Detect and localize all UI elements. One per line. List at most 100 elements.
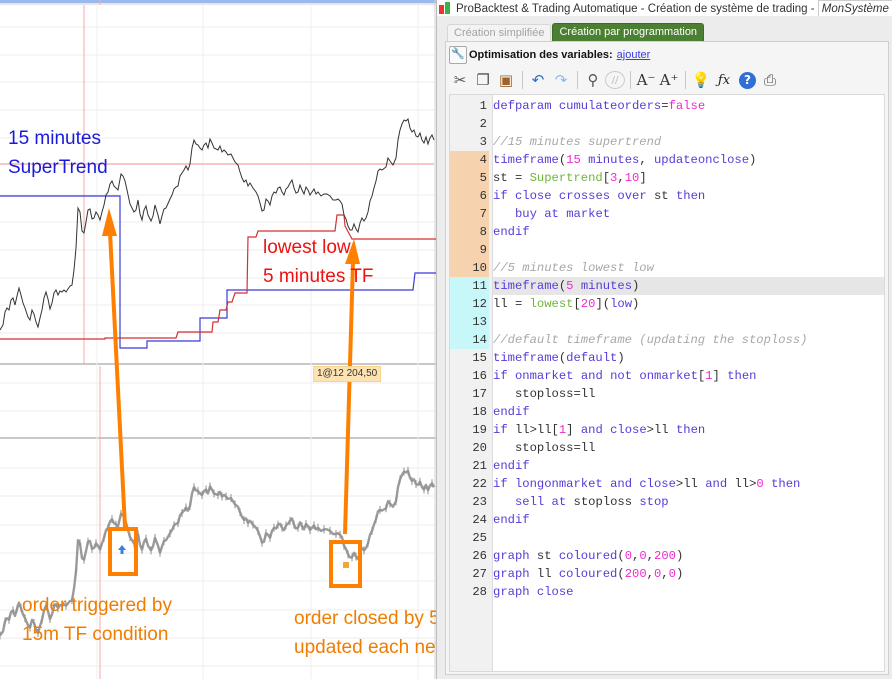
paste-icon[interactable]: ▣ [495,69,517,91]
code-line[interactable]: 26 graph st coloured(0,0,200) [450,547,884,565]
code-text: if close crosses over st then [493,187,705,205]
code-token: ) [675,567,684,581]
code-token: if [493,423,508,437]
code-line[interactable]: 5st = Supertrend[3,10] [450,169,884,187]
line-number: 10 [450,259,489,277]
code-text: timeframe(15 minutes, updateonclose) [493,151,756,169]
code-line[interactable]: 21 endif [450,457,884,475]
line-number: 26 [472,549,487,563]
code-line[interactable]: 3 //15 minutes supertrend [450,133,884,151]
code-line[interactable]: 18 endif [450,403,884,421]
editor-toolbar: ✂ ❐ ▣ ↶ ↷ ⚲// A⁻ A⁺ 💡 ƒx? ⎙ [449,68,782,92]
code-line[interactable]: 10 //5 minutes lowest low [450,259,884,277]
chart-canvas[interactable] [0,0,436,679]
code-line[interactable]: 1 defparam cumulateorders=false [450,97,884,115]
code-line[interactable]: 28 graph close [450,583,884,601]
chart-top-border [0,0,436,3]
lowest-low-annotation-line1: lowest low [263,237,351,258]
chart-top-strip [0,3,436,5]
code-line[interactable]: 22 if longonmarket and close>ll and ll>0 … [450,475,884,493]
code-token: ) [632,297,640,311]
code-token: endif [493,459,530,473]
comment-icon[interactable]: // [605,71,625,89]
order-triggered-line2: 15m TF condition [22,624,169,645]
code-line[interactable]: 23 sell at stoploss stop [450,493,884,511]
code-token: endif [493,225,530,239]
order-triggered-line1: order triggered by [22,595,172,616]
tab-creation-par-programmation[interactable]: Création par programmation [552,23,705,42]
code-text: //15 minutes supertrend [493,133,661,151]
code-token: 15 [566,153,581,167]
code-line[interactable]: 13 [450,313,884,331]
code-line[interactable]: 14 //default timeframe (updating the stop… [450,331,884,349]
code-token: over [617,189,647,203]
redo-icon[interactable]: ↷ [550,69,572,91]
exit-arrow-shaft [343,261,355,535]
cut-icon[interactable]: ✂ [449,69,471,91]
system-name-field[interactable]: MonSystème [817,0,892,16]
lightbulb-icon[interactable]: 💡 [690,69,712,91]
wrench-icon[interactable]: 🔧 [449,46,467,65]
code-token: 0 [756,477,764,491]
variable-optimisation-bar: 🔧 Optimisation des variables: ajouter [449,45,650,65]
lowest-low-annotation-line2: 5 minutes TF [263,266,374,287]
help-icon[interactable]: ? [739,71,756,89]
line-number: 2 [479,117,487,131]
line-number: 15 [472,351,487,365]
function-icon[interactable]: ƒx [713,69,735,91]
print-icon[interactable]: ⎙ [759,69,781,91]
code-token: , [646,549,654,563]
line-number: 21 [472,459,487,473]
line-number: 20 [472,441,487,455]
line-number: 7 [450,205,489,223]
code-line[interactable]: 25 [450,529,884,547]
code-token: ] [639,171,647,185]
code-text: if onmarket and not onmarket[1] then [493,367,756,385]
code-line[interactable]: 24 endif [450,511,884,529]
code-line[interactable]: 27 graph ll coloured(200,0,0) [450,565,884,583]
line-number: 17 [472,387,487,401]
decrease-font-icon[interactable]: A⁻ [635,69,657,91]
code-token: default [566,351,618,365]
code-line[interactable]: 4 timeframe(15 minutes, updateonclose) [450,151,884,169]
code-token: , [617,171,625,185]
code-line[interactable]: 20 stoploss=ll [450,439,884,457]
code-line[interactable]: 8 endif [450,223,884,241]
line-number: 4 [450,151,489,169]
code-line[interactable]: 16 if onmarket and not onmarket[1] then [450,367,884,385]
tab-creation-simplifiee[interactable]: Création simplifiée [447,24,552,42]
line-number: 14 [450,331,489,349]
supertrend-annotation: 15 minutes SuperTrend [8,124,108,182]
position-price-tag: 1@12 204,50 [313,366,382,382]
code-token: ) [617,351,625,365]
code-line[interactable]: 17 stoploss=ll [450,385,884,403]
code-text: //default timeframe (updating the stoplo… [493,331,808,349]
code-editor[interactable]: 1 defparam cumulateorders=false 2 3 //15 mi… [449,94,885,672]
copy-icon[interactable]: ❐ [472,69,494,91]
code-token: 0 [624,549,633,563]
code-token: and [705,477,728,491]
undo-icon[interactable]: ↶ [527,69,549,91]
code-line[interactable]: 15 timeframe(default) [450,349,884,367]
search-icon[interactable]: ⚲ [582,69,604,91]
code-text: stoploss=ll [493,439,595,457]
code-line[interactable]: 19 if ll>ll[1] and close>ll then [450,421,884,439]
chart-area[interactable]: 15 minutes SuperTrend lowest low 5 minut… [0,0,436,679]
code-token: lowest [529,297,574,311]
code-line[interactable]: 6 if close crosses over st then [450,187,884,205]
code-token: ) [632,279,640,293]
code-line[interactable]: 7 buy at market [450,205,884,223]
code-line[interactable]: 9 [450,241,884,259]
window-title: ProBacktest & Trading Automatique - Créa… [456,3,818,15]
increase-font-icon[interactable]: A⁺ [658,69,680,91]
code-token: //5 minutes lowest low [493,261,654,275]
add-variable-link[interactable]: ajouter [617,49,651,61]
code-line[interactable]: 2 [450,115,884,133]
code-line[interactable]: 11 timeframe(5 minutes) [450,277,884,295]
code-line[interactable]: 12 ll = lowest[20](low) [450,295,884,313]
order-closed-line1: order closed by 5m TF condition [294,608,436,629]
code-token: st = [493,171,530,185]
